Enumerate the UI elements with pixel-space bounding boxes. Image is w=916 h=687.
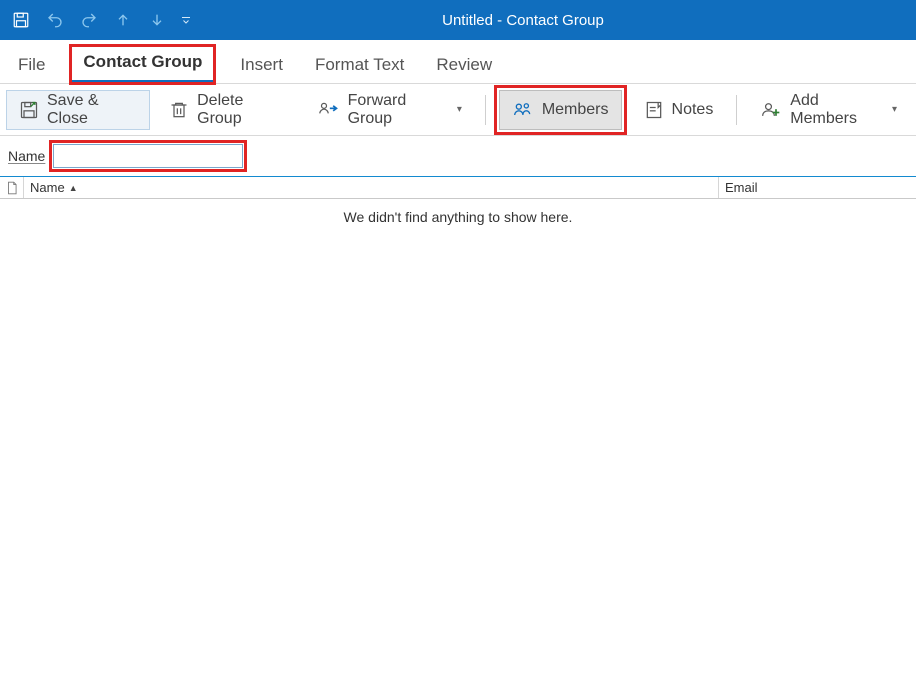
add-members-label: Add Members [790,92,882,128]
chevron-down-icon: ▾ [457,104,462,115]
quick-access-toolbar [6,5,196,35]
group-name-input[interactable] [53,144,243,168]
save-and-close-button[interactable]: Save & Close [6,90,150,130]
save-close-icon [19,100,39,120]
up-arrow-icon[interactable] [108,5,138,35]
title-bar: Untitled - Contact Group [0,0,916,40]
forward-group-label: Forward Group [348,92,447,128]
customize-qat-icon[interactable] [176,5,196,35]
down-arrow-icon[interactable] [142,5,172,35]
name-row: Name [0,136,916,177]
trash-icon [169,100,189,120]
tab-contact-group[interactable]: Contact Group [71,46,214,83]
separator [736,95,737,125]
window-title: Untitled - Contact Group [196,12,910,29]
column-header-name[interactable]: Name ▲ [24,177,719,198]
chevron-down-icon: ▾ [892,104,897,115]
name-field-label: Name [8,148,45,164]
undo-icon[interactable] [40,5,70,35]
members-button[interactable]: Members [499,90,622,130]
members-label: Members [542,101,609,119]
delete-group-button[interactable]: Delete Group [156,90,298,130]
notes-label: Notes [672,101,714,119]
add-members-button[interactable]: Add Members ▾ [747,90,910,130]
save-icon[interactable] [6,5,36,35]
tab-review[interactable]: Review [430,49,498,83]
tab-file[interactable]: File [12,49,51,83]
sort-asc-icon: ▲ [69,183,78,193]
delete-group-label: Delete Group [197,92,285,128]
empty-list-message: We didn't find anything to show here. [0,199,916,235]
members-highlight: Members [496,87,625,133]
column-header-name-label: Name [30,180,65,195]
notes-button[interactable]: Notes [631,90,727,130]
forward-group-button[interactable]: Forward Group ▾ [305,90,475,130]
forward-icon [318,100,340,120]
members-icon [512,100,534,120]
save-and-close-label: Save & Close [47,92,137,128]
notes-icon [644,100,664,120]
name-input-highlight [51,142,245,170]
column-header-email-label: Email [725,180,758,195]
row-icon-column[interactable] [0,177,24,198]
separator [485,95,486,125]
tab-format-text[interactable]: Format Text [309,49,410,83]
tab-insert[interactable]: Insert [234,49,289,83]
add-members-icon [760,100,782,120]
column-header-email[interactable]: Email [719,177,916,198]
members-list-header: Name ▲ Email [0,177,916,199]
ribbon-tabs: File Contact Group Insert Format Text Re… [0,40,916,84]
ribbon-toolbar: Save & Close Delete Group Forward Group … [0,84,916,136]
redo-icon[interactable] [74,5,104,35]
